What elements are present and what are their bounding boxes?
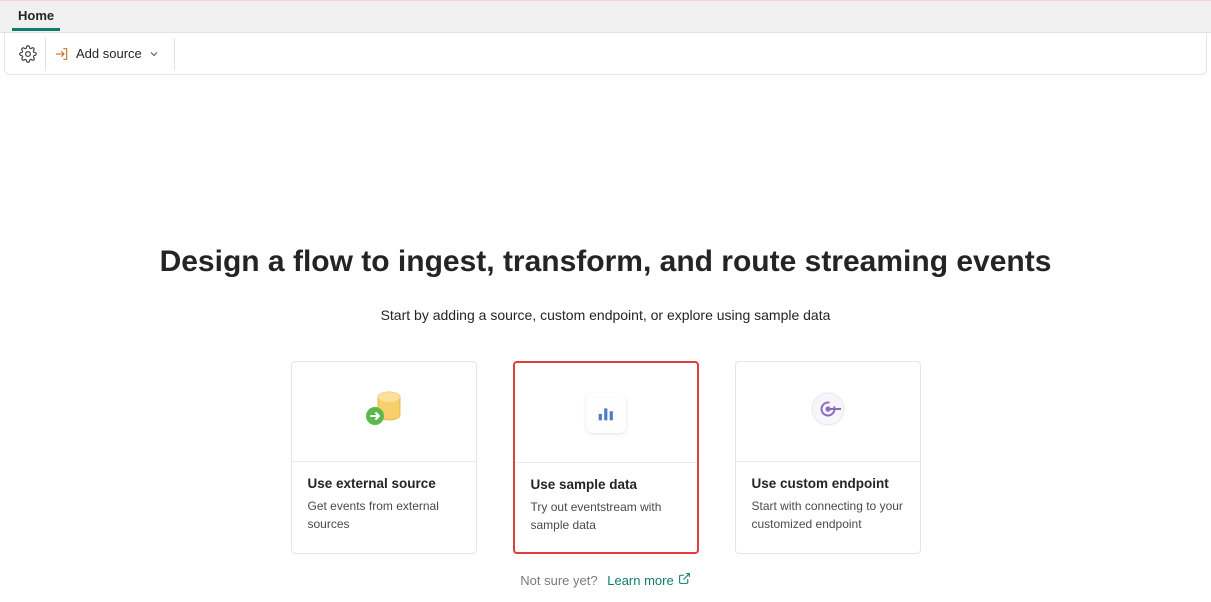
- card-desc: Try out eventstream with sample data: [531, 498, 681, 534]
- card-desc: Get events from external sources: [308, 497, 460, 533]
- card-title: Use custom endpoint: [752, 476, 904, 491]
- footer-hint: Not sure yet? Learn more: [20, 572, 1191, 588]
- page-headline: Design a flow to ingest, transform, and …: [20, 245, 1191, 279]
- learn-more-link[interactable]: Learn more: [607, 572, 690, 588]
- card-external-source[interactable]: Use external source Get events from exte…: [291, 361, 477, 554]
- arrow-in-icon: [54, 46, 70, 62]
- external-link-icon: [678, 572, 691, 588]
- add-source-button[interactable]: Add source: [46, 38, 175, 70]
- page-subhead: Start by adding a source, custom endpoin…: [20, 307, 1191, 323]
- card-title: Use external source: [308, 476, 460, 491]
- card-icon-zone: [736, 362, 920, 462]
- learn-more-label: Learn more: [607, 573, 673, 588]
- card-row: Use external source Get events from exte…: [20, 361, 1191, 554]
- database-arrow-icon: [359, 384, 409, 439]
- toolbar-wrap: Add source: [0, 33, 1211, 75]
- gear-icon: [19, 45, 37, 63]
- tab-home[interactable]: Home: [12, 2, 60, 31]
- card-sample-data[interactable]: Use sample data Try out eventstream with…: [513, 361, 699, 554]
- bar-chart-icon: [586, 393, 626, 433]
- card-icon-zone: [515, 363, 697, 463]
- card-body: Use external source Get events from exte…: [292, 462, 476, 551]
- add-source-label: Add source: [76, 46, 142, 61]
- card-body: Use custom endpoint Start with connectin…: [736, 462, 920, 551]
- toolbar: Add source: [4, 33, 1207, 75]
- chevron-down-icon: [148, 48, 160, 60]
- hint-text: Not sure yet?: [520, 573, 597, 588]
- main-content: Design a flow to ingest, transform, and …: [0, 75, 1211, 588]
- card-custom-endpoint[interactable]: Use custom endpoint Start with connectin…: [735, 361, 921, 554]
- card-title: Use sample data: [531, 477, 681, 492]
- endpoint-icon: [808, 389, 848, 434]
- tab-bar: Home: [0, 1, 1211, 33]
- card-icon-zone: [292, 362, 476, 462]
- card-desc: Start with connecting to your customized…: [752, 497, 904, 533]
- tab-home-label: Home: [18, 8, 54, 23]
- card-body: Use sample data Try out eventstream with…: [515, 463, 697, 552]
- settings-button[interactable]: [11, 38, 46, 70]
